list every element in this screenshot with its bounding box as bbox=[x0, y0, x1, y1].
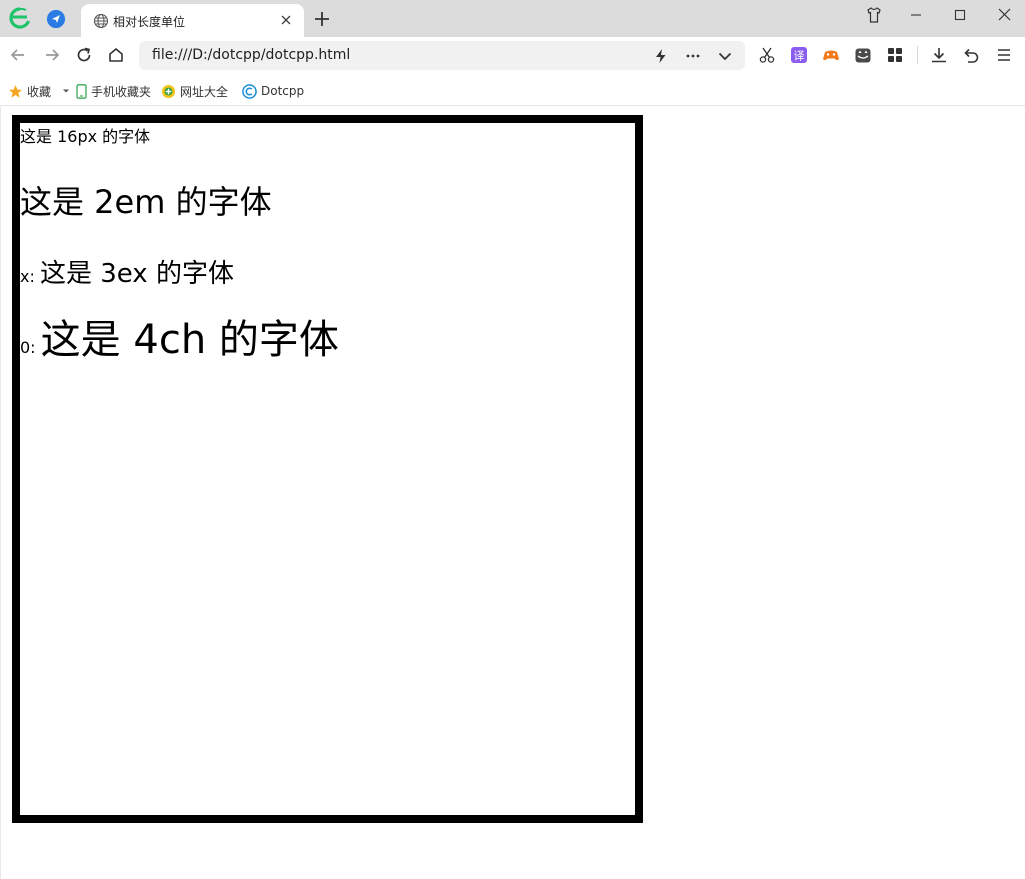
navigation-bar: file:///D:/dotcpp/dotcpp.html 译 bbox=[0, 37, 1025, 74]
undo-icon[interactable] bbox=[962, 46, 980, 64]
close-icon[interactable] bbox=[278, 12, 294, 28]
download-icon[interactable] bbox=[930, 46, 948, 64]
back-icon[interactable] bbox=[8, 45, 28, 65]
phone-icon bbox=[76, 83, 87, 99]
bookmark-dotcpp-label: Dotcpp bbox=[261, 84, 305, 98]
star-icon bbox=[8, 84, 23, 98]
toolbar-separator bbox=[917, 46, 918, 64]
url-input[interactable]: file:///D:/dotcpp/dotcpp.html bbox=[152, 47, 350, 63]
pinned-tab-icon[interactable] bbox=[47, 10, 65, 28]
text-3ex: 这是 3ex 的字体 bbox=[39, 259, 234, 289]
minimize-icon[interactable] bbox=[903, 4, 929, 26]
site-directory-icon bbox=[161, 84, 176, 98]
svg-text:译: 译 bbox=[794, 50, 805, 63]
text-2em: 这是 2em 的字体 bbox=[20, 183, 272, 221]
title-bar: 相对长度单位 bbox=[0, 0, 1025, 37]
bookmark-mobile-favorites[interactable]: 手机收藏夹 bbox=[76, 82, 151, 100]
cat-icon[interactable] bbox=[854, 46, 872, 64]
plus-icon[interactable] bbox=[313, 10, 331, 28]
text-3ex-row: x: 这是 3ex 的字体 bbox=[20, 253, 234, 290]
page-viewport: 这是 16px 的字体 这是 2em 的字体 x: 这是 3ex 的字体 0: … bbox=[0, 107, 1025, 879]
tab-active[interactable]: 相对长度单位 bbox=[81, 4, 304, 37]
more-icon[interactable] bbox=[684, 47, 702, 65]
apps-icon[interactable] bbox=[886, 46, 904, 64]
maximize-icon[interactable] bbox=[947, 4, 973, 26]
chevron-down-icon[interactable] bbox=[61, 86, 71, 96]
menu-icon[interactable] bbox=[995, 46, 1013, 64]
game-icon[interactable] bbox=[822, 46, 840, 64]
forward-icon[interactable] bbox=[42, 45, 62, 65]
text-4ch-prefix: 0: bbox=[20, 338, 36, 357]
bookmarks-bar: 收藏 手机收藏夹 网址大全 Dotcpp bbox=[0, 74, 1025, 106]
chevron-down-icon[interactable] bbox=[716, 47, 734, 65]
skin-icon[interactable] bbox=[861, 4, 887, 26]
globe-icon bbox=[93, 13, 109, 29]
bookmark-dotcpp[interactable]: Dotcpp bbox=[242, 82, 304, 100]
window-close-icon[interactable] bbox=[991, 4, 1017, 26]
dotcpp-logo-icon bbox=[242, 83, 257, 99]
lightning-icon[interactable] bbox=[652, 47, 670, 65]
bookmark-favorites-label: 收藏 bbox=[27, 84, 52, 99]
bookmark-mobile-favorites-label: 手机收藏夹 bbox=[91, 84, 152, 99]
text-3ex-prefix: x: bbox=[20, 267, 35, 286]
text-4ch-row: 0: 这是 4ch 的字体 bbox=[20, 307, 339, 365]
translate-icon[interactable]: 译 bbox=[790, 46, 808, 64]
scissors-icon[interactable] bbox=[758, 46, 776, 64]
browser-logo-icon[interactable] bbox=[8, 6, 32, 30]
refresh-icon[interactable] bbox=[74, 45, 94, 65]
tab-title: 相对长度单位 bbox=[113, 15, 186, 29]
bookmark-site-directory-label: 网址大全 bbox=[180, 84, 229, 99]
bookmark-favorites[interactable]: 收藏 bbox=[8, 82, 75, 100]
address-bar[interactable]: file:///D:/dotcpp/dotcpp.html bbox=[139, 41, 745, 70]
text-16px: 这是 16px 的字体 bbox=[20, 127, 151, 146]
bookmark-site-directory[interactable]: 网址大全 bbox=[161, 82, 228, 100]
home-icon[interactable] bbox=[106, 45, 126, 65]
demo-container: 这是 16px 的字体 这是 2em 的字体 x: 这是 3ex 的字体 0: … bbox=[12, 115, 643, 823]
text-4ch: 这是 4ch 的字体 bbox=[40, 317, 339, 363]
